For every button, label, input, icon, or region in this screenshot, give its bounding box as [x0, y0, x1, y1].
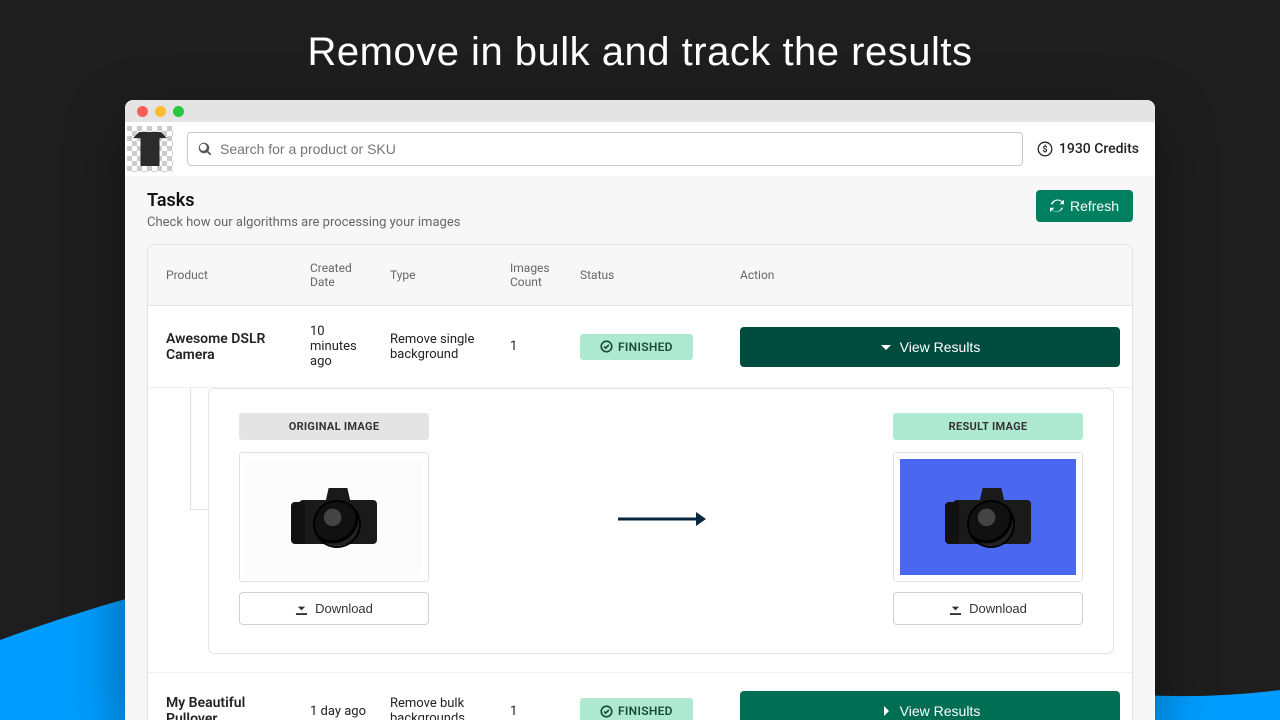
cell-product: Awesome DSLR Camera — [148, 306, 298, 388]
cell-count: 1 — [498, 306, 568, 388]
camera-image — [943, 488, 1033, 546]
col-type: Type — [378, 245, 498, 306]
minimize-dot[interactable] — [155, 106, 166, 117]
download-result-button[interactable]: Download — [893, 592, 1083, 625]
download-icon — [949, 602, 962, 615]
tree-connector — [190, 388, 191, 510]
refresh-button[interactable]: Refresh — [1036, 190, 1133, 222]
camera-image — [289, 488, 379, 546]
search-input[interactable] — [220, 141, 1012, 157]
cell-created: 1 day ago — [298, 673, 378, 720]
result-compare-panel: ORIGINAL IMAGE — [208, 388, 1114, 654]
col-created: Created Date — [298, 245, 378, 306]
chevron-down-icon — [880, 341, 892, 353]
page-headline: Remove in bulk and track the results — [0, 30, 1280, 75]
result-image-col: RESULT IMAGE — [893, 413, 1083, 625]
refresh-label: Refresh — [1070, 198, 1119, 214]
download-icon — [295, 602, 308, 615]
col-action: Action — [728, 245, 1132, 306]
window-chrome — [125, 100, 1155, 122]
browser-window: $ 1930 Credits Tasks Check how our algor… — [125, 100, 1155, 720]
cell-type: Remove bulk backgrounds — [378, 673, 498, 720]
credits-display: $ 1930 Credits — [1037, 141, 1139, 157]
app-logo — [127, 126, 173, 172]
content-area: Tasks Check how our algorithms are proce… — [125, 176, 1155, 720]
arrow-icon — [616, 509, 706, 529]
search-input-wrapper[interactable] — [187, 132, 1023, 166]
status-badge: FINISHED — [580, 334, 693, 360]
original-image-label: ORIGINAL IMAGE — [239, 413, 429, 440]
original-thumb — [239, 452, 429, 582]
cell-created: 10 minutes ago — [298, 306, 378, 388]
page-subtitle: Check how our algorithms are processing … — [147, 215, 460, 230]
col-count: Images Count — [498, 245, 568, 306]
table-row: My Beautiful Pullover 1 day ago Remove b… — [148, 673, 1132, 720]
status-badge: FINISHED — [580, 698, 693, 720]
result-thumb — [893, 452, 1083, 582]
search-icon — [198, 142, 212, 156]
chevron-right-icon — [880, 705, 892, 717]
col-status: Status — [568, 245, 728, 306]
check-icon — [600, 705, 613, 718]
close-dot[interactable] — [137, 106, 148, 117]
refresh-icon — [1050, 199, 1064, 213]
page-title: Tasks — [147, 190, 460, 211]
col-product: Product — [148, 245, 298, 306]
table-row: Awesome DSLR Camera 10 minutes ago Remov… — [148, 306, 1132, 388]
download-original-button[interactable]: Download — [239, 592, 429, 625]
result-image-label: RESULT IMAGE — [893, 413, 1083, 440]
credits-icon: $ — [1037, 141, 1053, 157]
top-bar: $ 1930 Credits — [125, 122, 1155, 176]
original-image-col: ORIGINAL IMAGE — [239, 413, 429, 625]
view-results-button[interactable]: View Results — [740, 691, 1120, 720]
cell-product: My Beautiful Pullover — [148, 673, 298, 720]
svg-text:$: $ — [1042, 144, 1047, 155]
zoom-dot[interactable] — [173, 106, 184, 117]
credits-label: 1930 Credits — [1059, 141, 1139, 157]
tasks-table: Product Created Date Type Images Count S… — [148, 245, 1132, 720]
tasks-table-card: Product Created Date Type Images Count S… — [147, 244, 1133, 720]
cell-count: 1 — [498, 673, 568, 720]
cell-type: Remove single background — [378, 306, 498, 388]
view-results-button[interactable]: View Results — [740, 327, 1120, 367]
check-icon — [600, 340, 613, 353]
